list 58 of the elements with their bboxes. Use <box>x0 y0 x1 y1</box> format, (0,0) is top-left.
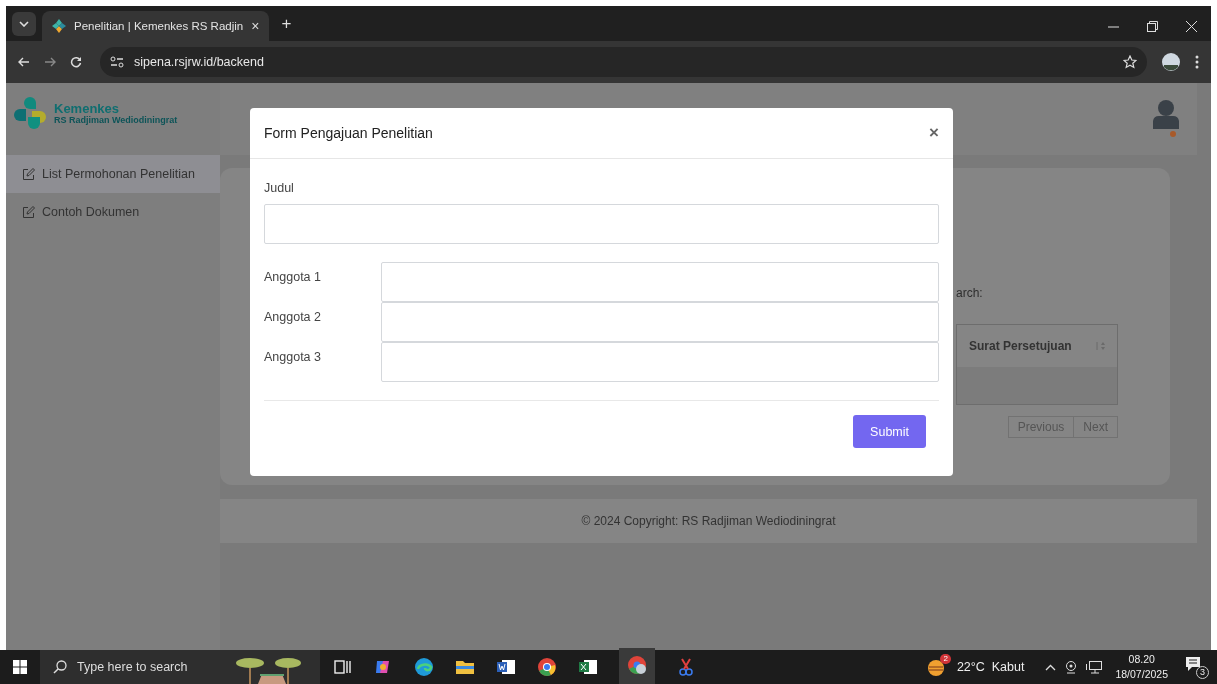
submit-button[interactable]: Submit <box>853 415 926 448</box>
back-arrow-icon[interactable] <box>18 56 30 68</box>
tab-list-button[interactable] <box>12 12 36 36</box>
footer-text: © 2024 Copyright: RS Radjiman Wediodiningrat <box>220 499 1197 543</box>
url-text: sipena.rsjrw.id/backend <box>134 55 264 69</box>
restore-icon[interactable] <box>1147 21 1158 32</box>
address-bar[interactable]: sipena.rsjrw.id/backend <box>100 47 1147 77</box>
tab-close-button[interactable]: × <box>251 18 260 34</box>
taskbar-active-app[interactable] <box>619 647 655 684</box>
weather-badge: 2 <box>940 654 951 664</box>
text-field[interactable] <box>264 204 939 244</box>
chevron-up-icon[interactable] <box>1045 663 1057 671</box>
weather-sun-icon[interactable] <box>925 657 946 677</box>
task-view-icon[interactable] <box>332 657 352 677</box>
close-button[interactable]: × <box>929 123 939 143</box>
tab-title: Penelitian | Kemenkes RS Radjin <box>74 20 244 32</box>
search-label: arch: <box>956 286 983 300</box>
sort-icon <box>1095 341 1105 351</box>
star-icon[interactable] <box>1123 55 1137 69</box>
close-icon[interactable] <box>1186 21 1197 32</box>
chrome-profile-icon[interactable] <box>627 654 647 675</box>
notification-icon[interactable] <box>1185 656 1201 672</box>
taskbar-search-field[interactable]: Type here to search <box>40 650 230 684</box>
text-field[interactable] <box>381 302 939 342</box>
reload-icon[interactable] <box>70 56 82 68</box>
network-icon[interactable] <box>1086 660 1103 674</box>
forward-arrow-icon[interactable] <box>44 56 56 68</box>
field-label: Anggota 2 <box>264 309 322 324</box>
field-label: Anggota 1 <box>264 269 322 284</box>
snipping-tool-icon[interactable] <box>676 657 696 677</box>
site-settings-icon[interactable] <box>110 56 124 68</box>
new-tab-button[interactable]: + <box>281 14 292 34</box>
clock-time[interactable]: 08.20 <box>1128 652 1155 667</box>
windows-start-icon[interactable] <box>13 660 27 674</box>
edit-icon <box>22 167 35 181</box>
weather-text[interactable]: 22°C Kabut <box>956 660 1025 674</box>
word-icon[interactable] <box>496 657 516 677</box>
sidebar-item[interactable]: List Permohonan Penelitian <box>6 155 220 193</box>
logo-title: Kemenkes <box>54 101 121 115</box>
chrome-icon[interactable] <box>537 657 557 677</box>
notification-count: 3 <box>1196 666 1209 679</box>
user-avatar-icon[interactable] <box>1151 99 1181 139</box>
edit-icon <box>22 205 35 219</box>
browser-tab[interactable]: Penelitian | Kemenkes RS Radjin × <box>42 11 270 41</box>
text-field[interactable] <box>381 262 939 302</box>
logo-icon <box>12 95 48 131</box>
excel-icon[interactable] <box>578 657 598 677</box>
clock-date[interactable]: 18/07/2025 <box>1115 667 1168 682</box>
field-label: Anggota 3 <box>264 349 322 364</box>
menu-icon[interactable] <box>1195 55 1199 69</box>
search-icon <box>53 660 67 674</box>
profile-avatar-icon[interactable] <box>1161 52 1181 72</box>
field-label: Judul <box>264 181 295 195</box>
text-field[interactable] <box>381 342 939 382</box>
chevron-down-icon <box>19 21 29 27</box>
camera-icon[interactable] <box>1065 660 1078 674</box>
modal-title: Form Pengajuan Penelitian <box>264 125 433 141</box>
logo-subtitle: RS Radjiman Wediodiningrat <box>54 114 178 125</box>
